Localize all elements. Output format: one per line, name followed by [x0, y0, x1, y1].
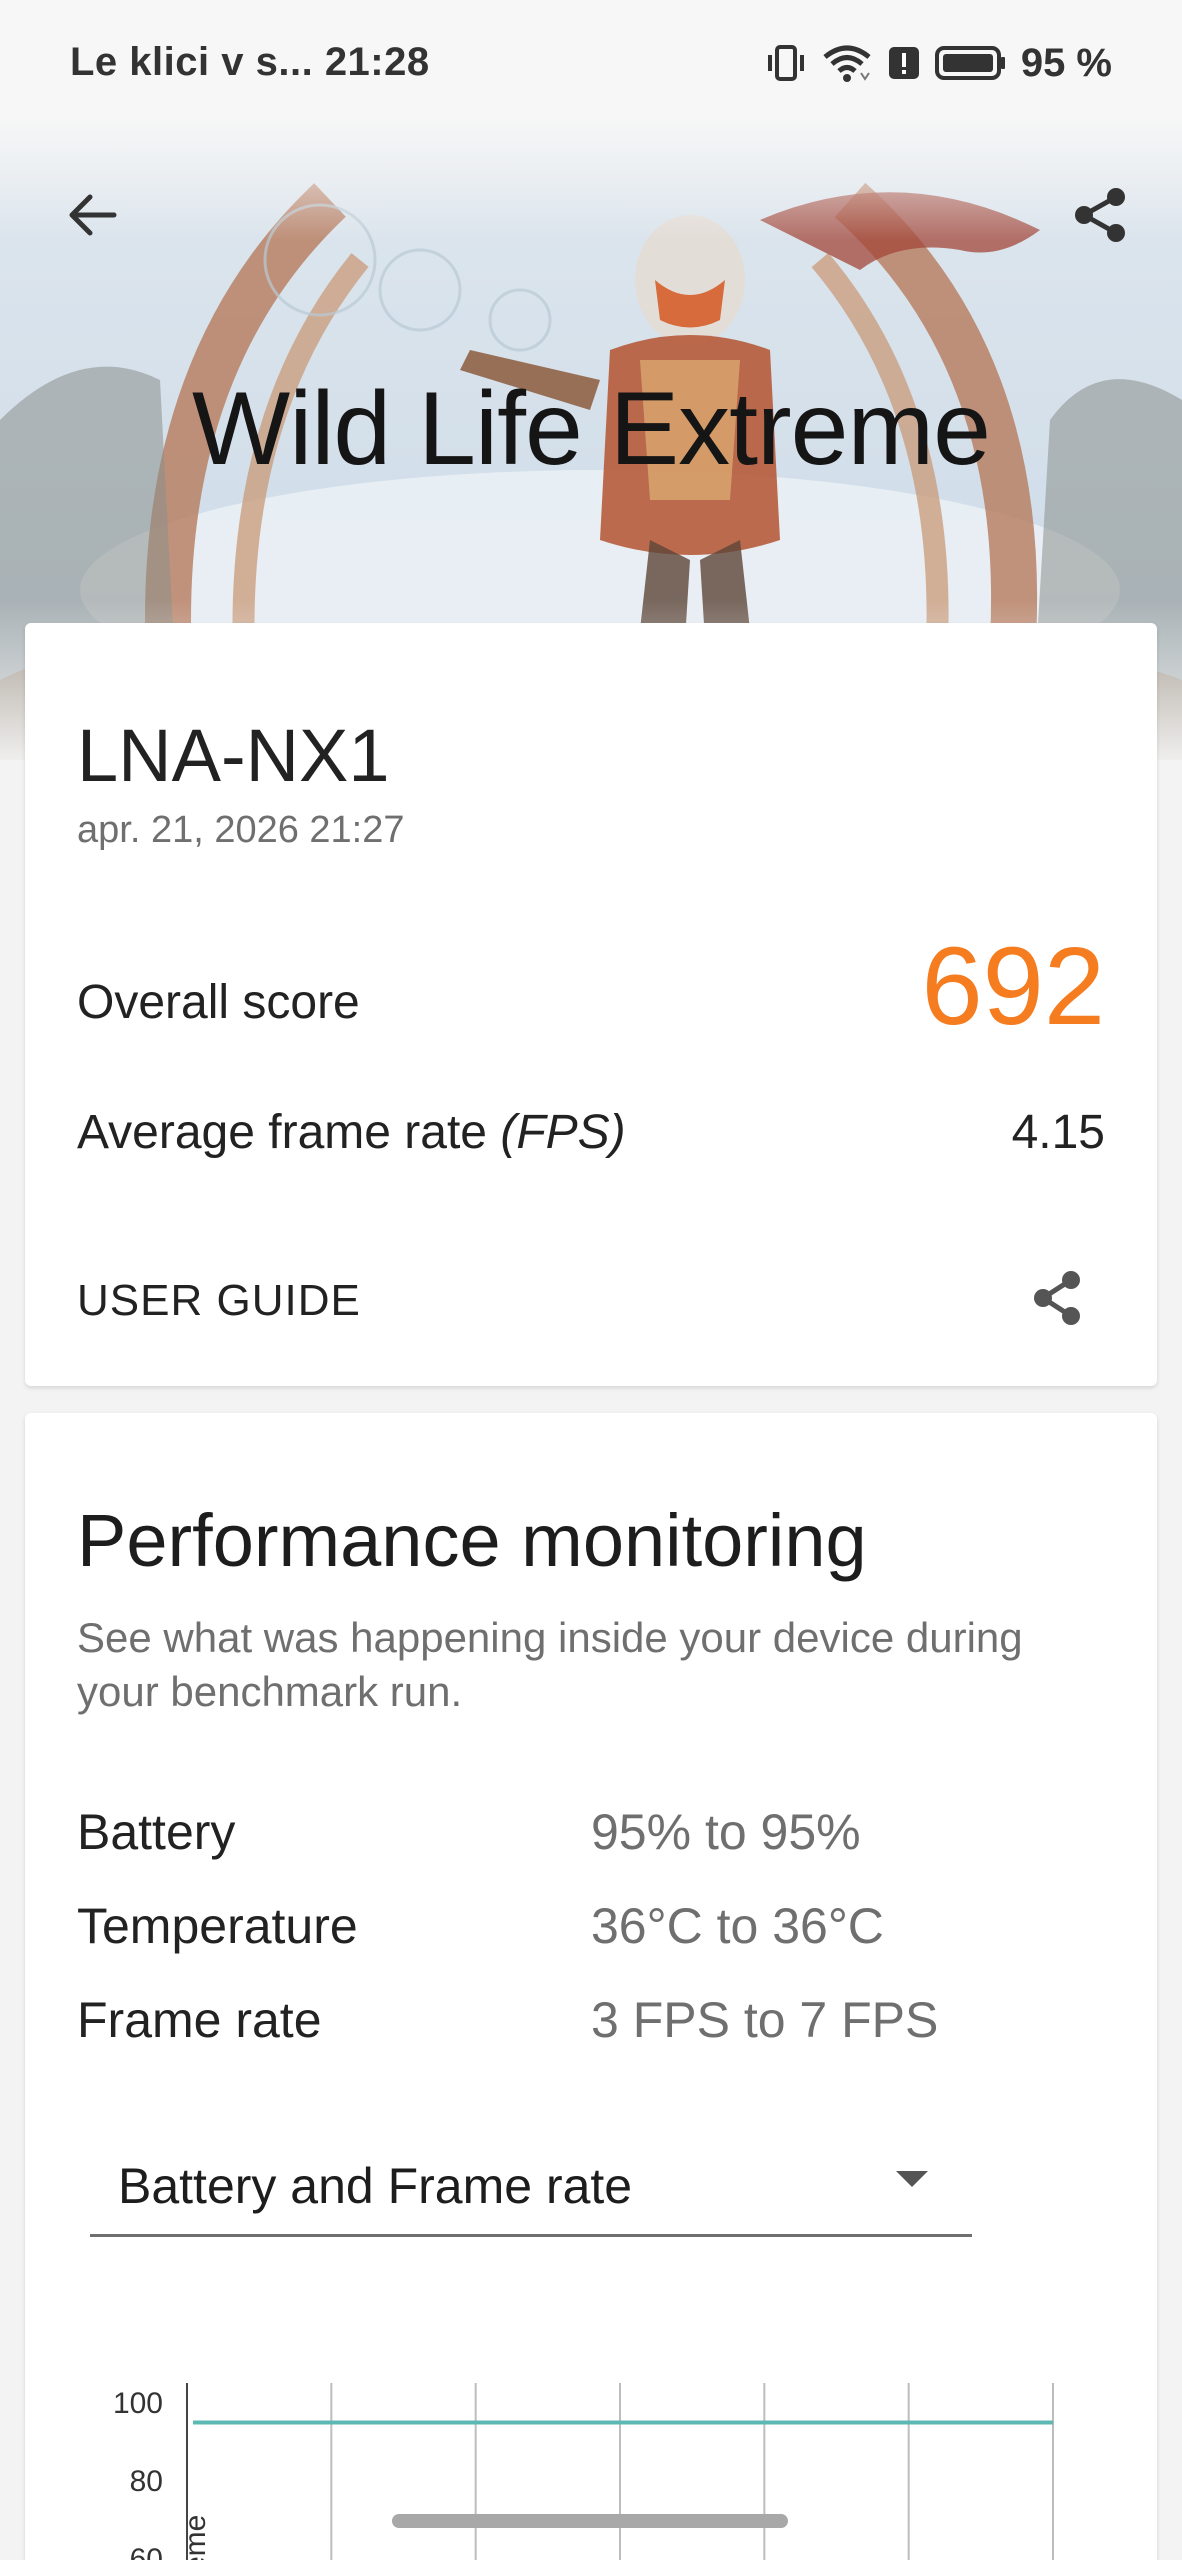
run-date: apr. 21, 2026 21:27	[77, 809, 405, 851]
chart-selector-dropdown[interactable]: Battery and Frame rate	[90, 2129, 972, 2237]
fps-label: Average frame rate (FPS)	[77, 1105, 626, 1160]
device-name: LNA-NX1	[77, 714, 390, 797]
share-icon	[1075, 188, 1125, 242]
share-icon	[1034, 1271, 1080, 1325]
benchmark-title: Wild Life Extreme	[192, 371, 991, 487]
fps-label-text: Average frame rate	[77, 1106, 501, 1159]
share-button[interactable]	[1060, 175, 1140, 255]
status-icons: 95 %	[765, 38, 1112, 88]
back-button[interactable]	[52, 175, 132, 255]
benchmark-result-screen: Le klici v s... 21:28 95 % Wild Life Ext…	[0, 0, 1182, 2560]
metric-temperature-label: Temperature	[77, 1898, 358, 1954]
metric-framerate-value: 3 FPS to 7 FPS	[591, 1992, 939, 2048]
result-card: LNA-NX1 apr. 21, 2026 21:27 Overall scor…	[25, 623, 1157, 1386]
chart-grid	[186, 2383, 1054, 2560]
battery-icon	[934, 43, 1007, 83]
chart-y-ticks: 100 80 60	[113, 2387, 163, 2560]
battery-percent: 95 %	[1020, 40, 1112, 85]
performance-chart: 100 80 60 eme	[113, 2383, 1054, 2560]
performance-card: Performance monitoring See what was happ…	[25, 1413, 1157, 2560]
overall-score-value: 692	[921, 925, 1105, 1048]
fps-value: 4.15	[1011, 1106, 1105, 1159]
chevron-down-icon	[896, 2171, 928, 2187]
chart-y-tick-label: 60	[130, 2543, 163, 2560]
performance-title: Performance monitoring	[77, 1499, 867, 1582]
metric-framerate-label: Frame rate	[77, 1992, 322, 2048]
arrow-left-icon	[69, 194, 117, 236]
share-result-button[interactable]	[1017, 1258, 1097, 1338]
status-time: 21:28	[324, 40, 430, 84]
dropdown-selected-value: Battery and Frame rate	[118, 2158, 633, 2214]
status-bar: Le klici v s... 21:28 95 %	[0, 0, 1182, 120]
chart-y-tick-label: 80	[130, 2465, 163, 2498]
alert-icon	[887, 43, 921, 83]
metric-battery-value: 95% to 95%	[591, 1804, 861, 1860]
vibrate-icon	[765, 43, 807, 83]
metric-temperature-value: 36°C to 36°C	[591, 1898, 884, 1954]
overall-score-label: Overall score	[77, 976, 360, 1029]
chart-y-tick-label: 100	[113, 2387, 163, 2420]
chart-y-label: eme	[179, 2515, 212, 2560]
metric-battery-label: Battery	[77, 1804, 236, 1860]
notification-text: Le klici v s...	[70, 40, 314, 84]
status-left: Le klici v s... 21:28	[70, 40, 430, 85]
performance-subtitle: See what was happening inside your devic…	[77, 1614, 1023, 1715]
gesture-navigation-handle[interactable]	[392, 2514, 788, 2528]
fps-unit: (FPS)	[500, 1106, 626, 1159]
user-guide-link[interactable]: USER GUIDE	[77, 1276, 361, 1326]
wifi-icon	[821, 43, 873, 83]
